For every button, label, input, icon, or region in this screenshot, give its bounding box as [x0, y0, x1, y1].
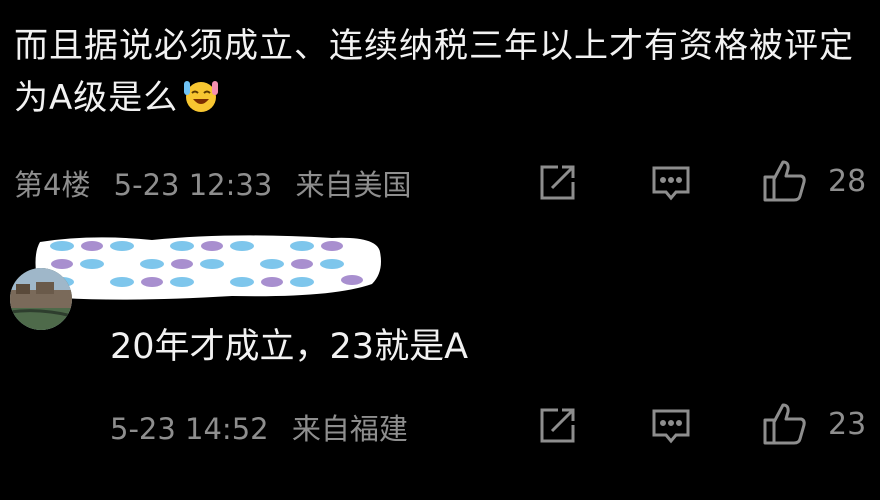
share-icon[interactable]: [536, 405, 578, 447]
reply-location: 来自福建: [291, 412, 408, 446]
comment-location: 来自美国: [295, 168, 412, 202]
comment-icon[interactable]: [650, 405, 692, 447]
reply-text: 20年才成立，23就是A: [110, 327, 469, 367]
comment-text: 而且据说必须成立、连续纳税三年以上才有资格被评定为A级是么: [14, 20, 874, 124]
thumbs-up-icon[interactable]: [762, 158, 808, 204]
comment-date: 5-23 12:33: [113, 168, 273, 202]
share-icon[interactable]: [536, 162, 578, 204]
comment-icon[interactable]: [650, 162, 692, 204]
like-count: 28: [828, 164, 867, 199]
reply-meta: 5-23 14:52 来自福建: [110, 406, 422, 448]
thumbs-up-icon[interactable]: [762, 401, 808, 447]
floor-number: 第4楼: [14, 168, 91, 202]
grinning-sweat-emoji-icon: [182, 77, 220, 115]
comment-text-content: 而且据说必须成立、连续纳税三年以上才有资格被评定为A级是么: [14, 26, 854, 118]
like-count: 23: [828, 407, 867, 442]
avatar[interactable]: [10, 268, 72, 330]
reply-date: 5-23 14:52: [110, 412, 269, 446]
username-redacted: [32, 232, 384, 304]
comment-meta: 第4楼 5-23 12:33 来自美国: [14, 162, 426, 204]
